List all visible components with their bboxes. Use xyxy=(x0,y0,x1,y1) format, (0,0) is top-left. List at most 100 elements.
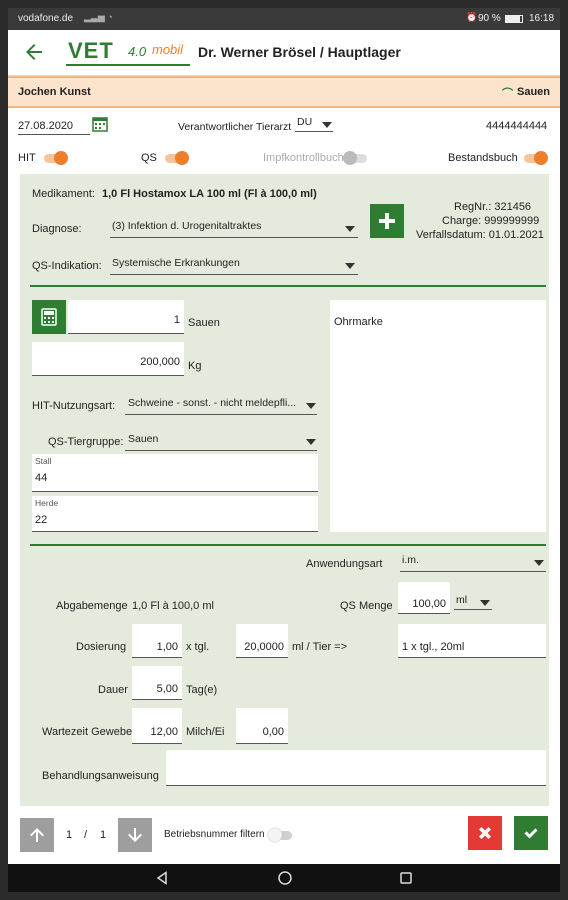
abgabemenge-value: 1,0 Fl à 100,0 ml xyxy=(132,600,214,612)
dosierung-label: Dosierung xyxy=(76,641,127,653)
qs-indikation-chevron-down-icon xyxy=(345,263,355,269)
dosierung-unit: x tgl. xyxy=(186,641,210,653)
charge-label: Charge: 999999999 xyxy=(442,215,540,227)
medikament-label: Medikament: xyxy=(32,188,95,200)
diagnose-select[interactable]: (3) Infektion d. Urogenitaltraktes xyxy=(110,220,358,238)
weight-input[interactable]: 200,000 xyxy=(32,342,184,376)
clock: 16:18 xyxy=(529,13,555,24)
toggle-bestandsbuch[interactable] xyxy=(522,151,548,165)
page-total: 1 xyxy=(100,829,107,841)
toggle-impfkontrollbuch-label: Impfkontrollbuch xyxy=(263,152,344,164)
abgabemenge-label: Abgabemenge xyxy=(56,600,128,612)
dauer-input[interactable]: 5,00 xyxy=(132,666,182,700)
qs-indikation-label: QS-Indikation: xyxy=(32,260,102,272)
dosis-value: 20,0000 xyxy=(244,641,284,653)
nav-back-icon[interactable] xyxy=(155,871,169,885)
regnr-label: RegNr.: 321456 xyxy=(454,201,532,213)
qs-indikation-select[interactable]: Systemische Erkrankungen xyxy=(110,257,358,275)
operation-number: 4444444444 xyxy=(486,120,548,132)
calculator-icon xyxy=(41,308,57,326)
milch-value: 0,00 xyxy=(262,726,284,738)
wartezeit-value: 12,00 xyxy=(150,726,178,738)
category-label: Sauen xyxy=(517,86,551,98)
logo-suffix: 4.0 xyxy=(128,44,147,59)
qs-tiergruppe-value: Sauen xyxy=(128,433,159,445)
battery-percent: 90 % xyxy=(478,13,501,24)
wartezeit-label: Wartezeit Gewebe xyxy=(42,726,133,738)
ohrmarke-label: Ohrmarke xyxy=(334,316,383,328)
herde-value: 22 xyxy=(35,514,48,526)
anwendungsart-select[interactable]: i.m. xyxy=(400,554,546,572)
next-record-button[interactable] xyxy=(118,818,152,852)
hit-nutzungsart-chevron-down-icon xyxy=(306,403,316,409)
qs-menge-input[interactable]: 100,00 xyxy=(398,582,450,614)
dauer-value: 5,00 xyxy=(156,683,178,695)
toggle-hit[interactable] xyxy=(42,151,68,165)
qs-tiergruppe-select[interactable]: Sauen xyxy=(125,433,317,451)
ohrmarke-textarea[interactable]: Ohrmarke xyxy=(330,300,546,532)
carrier-label: vodafone.de xyxy=(18,13,74,24)
calculator-button[interactable] xyxy=(32,300,66,334)
pig-icon: ⌒ xyxy=(502,88,513,100)
dosierung-input[interactable]: 1,00 xyxy=(132,624,182,658)
qs-menge-unit-value: ml xyxy=(456,594,468,606)
page-current: 1 xyxy=(66,829,73,841)
hit-nutzungsart-value: Schweine - sonst. - nicht meldepfli... xyxy=(128,397,297,409)
toggle-impfkontrollbuch[interactable] xyxy=(343,151,369,165)
app-screen: vodafone.de ▂▃▅ ◔ ⏰ 90 % 16:18 VET 4.0 m… xyxy=(8,8,560,892)
vet40-logo: VET 4.0 mobil xyxy=(66,38,190,68)
stall-value: 44 xyxy=(35,472,48,484)
qs-menge-unit-chevron-down-icon xyxy=(480,600,490,606)
previous-record-button[interactable] xyxy=(20,818,54,852)
diagnose-chevron-down-icon xyxy=(345,226,355,232)
filter-toggle[interactable] xyxy=(268,828,294,842)
status-bar: vodafone.de ▂▃▅ ◔ ⏰ 90 % 16:18 xyxy=(8,8,560,30)
add-diagnose-button[interactable] xyxy=(370,204,404,238)
qs-tiergruppe-label: QS-Tiergruppe: xyxy=(48,436,124,448)
hit-nutzungsart-select[interactable]: Schweine - sonst. - nicht meldepfli... xyxy=(125,397,317,415)
date-field[interactable]: 27.08.2020 xyxy=(18,120,90,135)
alarm-icon: ⏰ xyxy=(466,12,478,22)
anwendungsart-value: i.m. xyxy=(402,554,419,566)
arrow-down-icon xyxy=(128,828,142,842)
herde-label: Herde xyxy=(35,498,59,508)
vet-chevron-down-icon xyxy=(322,122,332,128)
dauer-unit: Tag(e) xyxy=(186,684,218,696)
animal-count-value: 1 xyxy=(173,314,180,326)
nav-home-icon[interactable] xyxy=(277,870,293,886)
animal-count-unit: Sauen xyxy=(188,317,220,329)
milch-label: Milch/Ei xyxy=(186,726,225,738)
dosis-unit: ml / Tier => xyxy=(292,641,348,653)
logo-underline xyxy=(66,64,190,66)
user-name: Jochen Kunst xyxy=(18,86,91,98)
back-arrow-icon[interactable] xyxy=(22,40,46,64)
treatment-form: Medikament: 1,0 Fl Hostamox LA 100 ml (F… xyxy=(20,174,549,806)
nav-recents-icon[interactable] xyxy=(399,871,413,885)
qs-indikation-value: Systemische Erkrankungen xyxy=(112,257,240,269)
animal-count-input[interactable]: 1 xyxy=(68,300,184,334)
dosis-result-field: 1 x tgl., 20ml xyxy=(398,624,546,658)
weight-unit: Kg xyxy=(188,360,202,372)
diagnose-label: Diagnose: xyxy=(32,223,82,235)
stall-input[interactable]: Stall 44 xyxy=(32,454,318,492)
app-bar: VET 4.0 mobil Dr. Werner Brösel / Hauptl… xyxy=(8,30,560,76)
milch-input[interactable]: 0,00 xyxy=(236,708,288,744)
dosis-input[interactable]: 20,0000 xyxy=(236,624,288,658)
wartezeit-input[interactable]: 12,00 xyxy=(132,708,182,744)
dauer-label: Dauer xyxy=(98,684,128,696)
behandlung-input[interactable] xyxy=(166,750,546,786)
battery-icon xyxy=(505,15,523,23)
save-button[interactable] xyxy=(514,816,548,850)
calendar-icon[interactable] xyxy=(92,116,108,132)
cancel-button[interactable] xyxy=(468,816,502,850)
hit-nutzungsart-label: HIT-Nutzungsart: xyxy=(32,400,116,412)
logo-text: VET xyxy=(68,38,114,63)
toggle-hit-label: HIT xyxy=(18,152,36,164)
toggle-qs-label: QS xyxy=(141,152,157,164)
plus-icon xyxy=(379,213,395,229)
logo-mobil: mobil xyxy=(152,42,184,57)
toggle-qs[interactable] xyxy=(163,151,189,165)
checkmark-icon xyxy=(524,828,538,839)
dosierung-value: 1,00 xyxy=(156,641,178,653)
herde-input[interactable]: Herde 22 xyxy=(32,496,318,532)
